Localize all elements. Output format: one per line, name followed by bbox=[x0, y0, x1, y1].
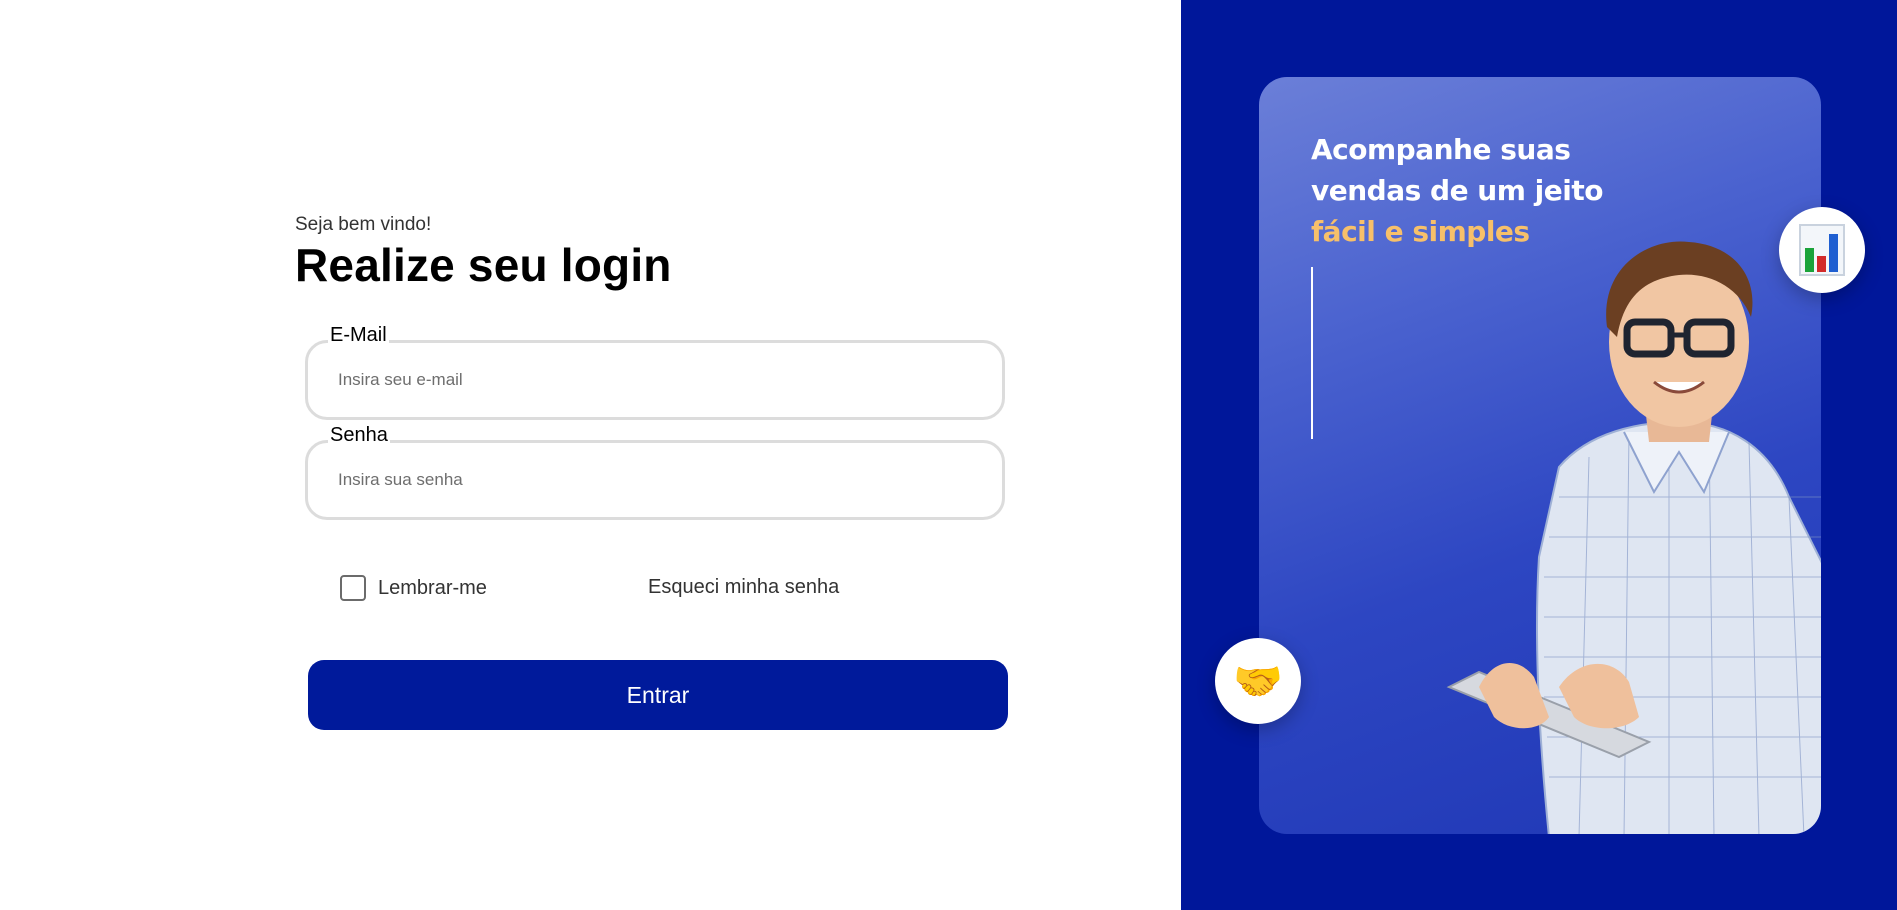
headline-line-2: vendas de um jeito bbox=[1311, 174, 1603, 207]
email-label: E-Mail bbox=[328, 324, 389, 347]
page-title: Realize seu login bbox=[295, 239, 672, 291]
remember-me[interactable]: Lembrar-me bbox=[340, 575, 487, 601]
forgot-password-link[interactable]: Esqueci minha senha bbox=[648, 576, 839, 599]
password-field: Senha bbox=[305, 424, 1005, 520]
headline-line-1: Acompanhe suas bbox=[1311, 133, 1571, 166]
handshake-icon: 🤝 bbox=[1233, 659, 1283, 704]
password-label: Senha bbox=[328, 424, 390, 447]
bar-chart-icon bbox=[1799, 224, 1845, 276]
promo-card: Acompanhe suas vendas de um jeito fácil … bbox=[1259, 77, 1821, 834]
password-input[interactable] bbox=[338, 467, 958, 493]
chart-badge bbox=[1779, 207, 1865, 293]
remember-checkbox[interactable] bbox=[340, 575, 366, 601]
divider-line bbox=[1311, 267, 1313, 439]
remember-label[interactable]: Lembrar-me bbox=[378, 577, 487, 600]
login-button[interactable]: Entrar bbox=[308, 660, 1008, 730]
login-panel: Seja bem vindo! Realize seu login E-Mail… bbox=[0, 0, 1181, 910]
promo-panel: Acompanhe suas vendas de um jeito fácil … bbox=[1181, 0, 1897, 910]
email-field: E-Mail bbox=[305, 324, 1005, 420]
person-illustration bbox=[1446, 241, 1821, 834]
email-input[interactable] bbox=[338, 367, 958, 393]
handshake-badge: 🤝 bbox=[1215, 638, 1301, 724]
welcome-text: Seja bem vindo! bbox=[295, 214, 432, 235]
